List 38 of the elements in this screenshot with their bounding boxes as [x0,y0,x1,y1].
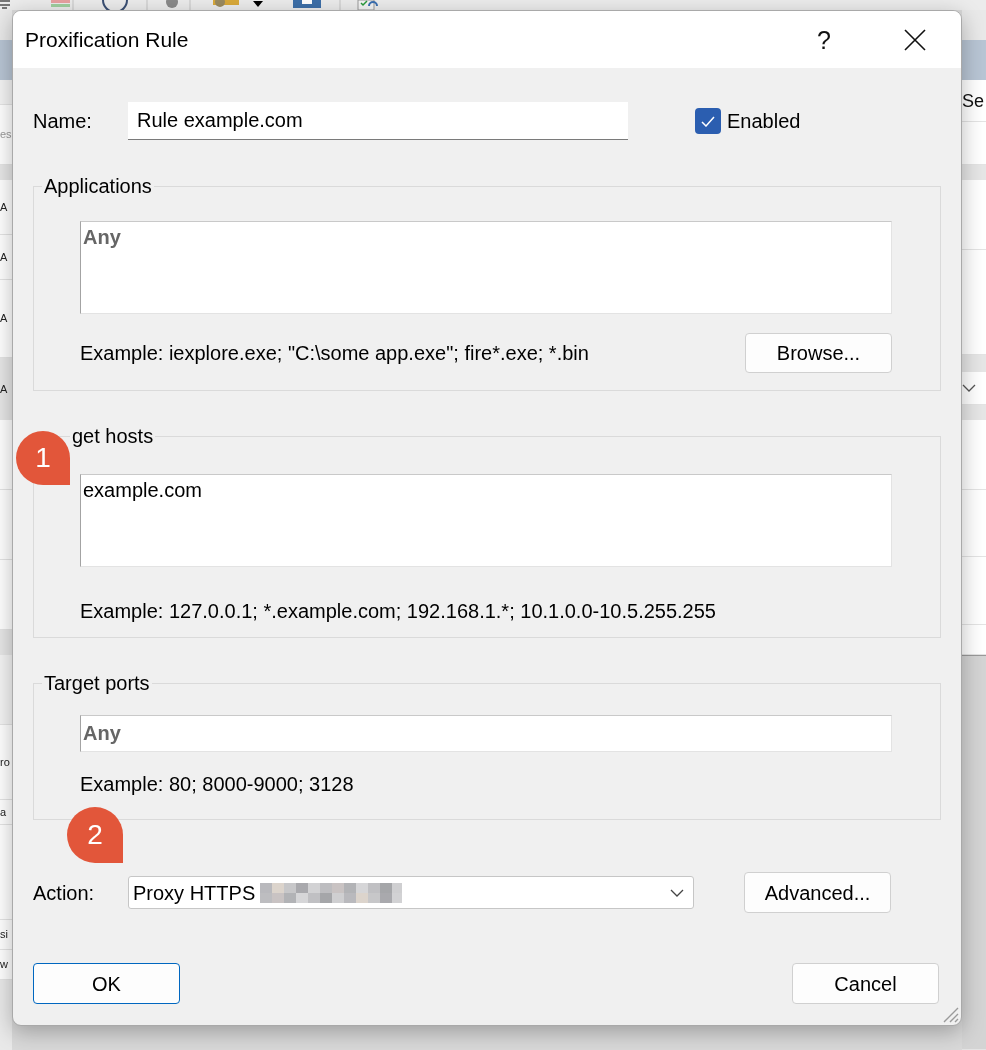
close-button[interactable] [903,27,927,52]
browse-button[interactable]: Browse... [745,333,892,373]
ok-button[interactable]: OK [33,963,180,1004]
group-title: Applications [43,174,153,198]
name-label: Name: [33,109,93,133]
advanced-button[interactable]: Advanced... [744,872,891,913]
target-ports-field[interactable]: Any [80,715,892,752]
background-row-text: ro [0,755,10,769]
chevron-down-icon [670,888,684,897]
background-row-text: A [0,200,8,214]
group-title: get hosts [71,424,155,448]
example-hint: Example: 127.0.0.1; *.example.com; 192.168.1.*; 10.1.0.0-10.5.255.255 [80,599,716,623]
cancel-button[interactable]: Cancel [792,963,939,1004]
background-row-text: es [0,128,12,141]
background-row-text: w [0,958,8,971]
example-hint: Example: iexplore.exe; "C:\some app.exe"; fire*.exe; *.bin [80,341,589,365]
group-title: Target ports [43,671,151,695]
resize-grip-icon[interactable] [941,1005,959,1023]
example-hint: Example: 80; 8000-9000; 3128 [80,772,354,796]
enabled-checkbox[interactable] [695,108,721,134]
background-column-header: Se [962,89,985,112]
help-button[interactable]: ? [815,25,833,54]
enabled-label[interactable]: Enabled [727,109,801,133]
background-row-text: si [0,928,8,941]
background-row-text: A [0,382,8,396]
step-marker: 1 [16,431,70,485]
action-dropdown[interactable]: Proxy HTTPS [128,876,694,909]
applications-field[interactable]: Any [80,221,892,314]
step-marker: 2 [67,807,123,863]
window-title: Proxification Rule [24,26,190,53]
background-row-text: A [0,250,8,264]
close-icon [904,28,926,51]
background-row-text: a [0,805,7,819]
target-hosts-field[interactable]: example.com [80,474,892,567]
name-field[interactable]: Rule example.com [128,102,628,140]
background-row-text: A [0,312,8,325]
checkmark-icon [701,115,715,127]
action-label: Action: [33,880,96,905]
